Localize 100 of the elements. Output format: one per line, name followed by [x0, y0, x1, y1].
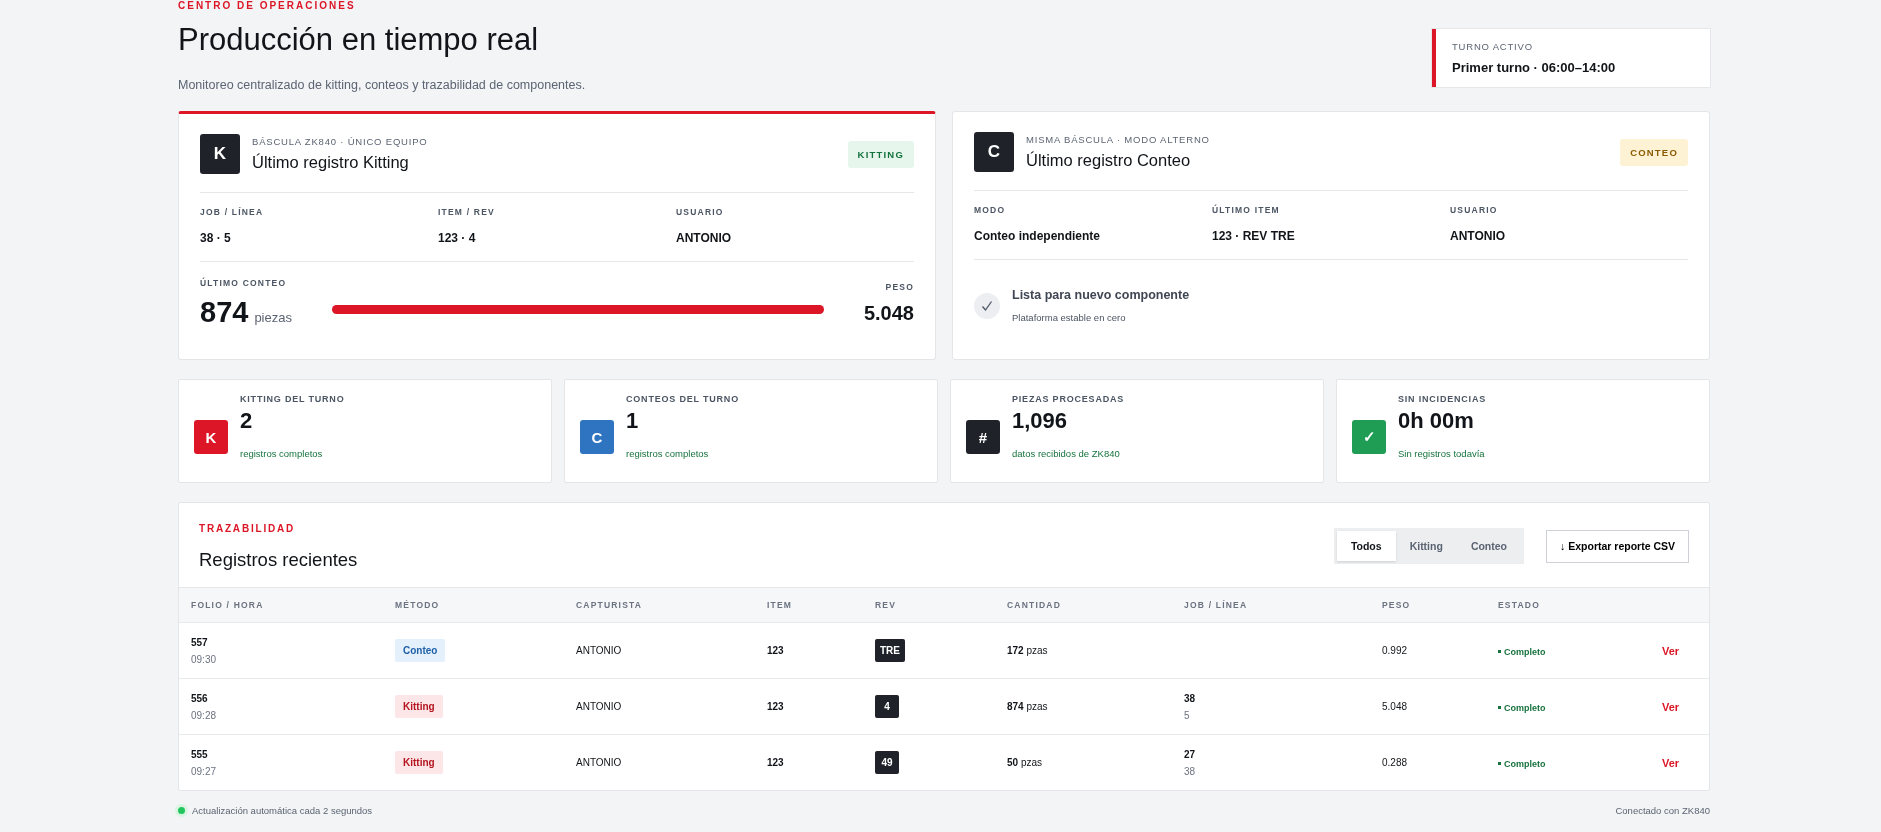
page-subtitle: Monitoreo centralizado de kitting, conteos y trazabilidad de componentes.	[178, 78, 586, 92]
field-label: ÚLTIMO ITEM	[1212, 205, 1281, 215]
weight-text: 0.992	[1382, 645, 1408, 656]
view-link[interactable]: Ver	[1662, 644, 1680, 657]
job-text: 38	[1184, 692, 1197, 704]
item-text: 123	[767, 645, 784, 656]
filter-tab[interactable]: Conteo	[1456, 531, 1522, 561]
column-header: CAPTURISTA	[576, 600, 643, 610]
field-label: USUARIO	[1450, 205, 1499, 215]
stat-icon: ✓	[1352, 420, 1386, 454]
user-text: ANTONIO	[576, 757, 622, 768]
stat-value: 1	[626, 408, 640, 434]
field-label: JOB / LÍNEA	[200, 207, 265, 217]
section-eyebrow: TRAZABILIDAD	[199, 523, 297, 535]
update-note: Actualización automática cada 2 segundos	[192, 805, 373, 816]
stat-label: KITTING DEL TURNO	[240, 394, 346, 404]
field-value: 123 · REV TRE	[1212, 229, 1296, 243]
column-header: MÉTODO	[395, 600, 440, 610]
count-value: 874	[200, 296, 249, 329]
job-text: 27	[1184, 748, 1197, 760]
stat-value: 2	[240, 408, 254, 434]
column-header: FOLIO / HORA	[191, 600, 264, 610]
field-value: ANTONIO	[1450, 229, 1507, 243]
page-title: Producción en tiempo real	[178, 22, 540, 58]
time-text: 09:28	[191, 709, 218, 721]
mode-badge: CONTEO	[1620, 138, 1688, 166]
quantity-text: 172 pzas	[1007, 645, 1048, 656]
stat-note: datos recibidos de ZK840	[1012, 448, 1120, 459]
stat-icon: C	[580, 420, 614, 454]
view-link[interactable]: Ver	[1662, 756, 1680, 769]
stat-label: SIN INCIDENCIAS	[1398, 394, 1487, 404]
column-header: CANTIDAD	[1007, 600, 1061, 610]
status-text: Completo	[1504, 646, 1546, 657]
field-value: ANTONIO	[676, 231, 733, 245]
time-text: 09:27	[191, 765, 218, 777]
mode-avatar: K	[200, 134, 240, 174]
quantity-text: 874 pzas	[1007, 701, 1048, 712]
stat-note: Sin registros todavía	[1398, 448, 1485, 459]
line-text: 5	[1184, 709, 1191, 721]
column-header: ESTADO	[1498, 600, 1540, 610]
column-header: ITEM	[767, 600, 793, 610]
field-label: ITEM / REV	[438, 207, 496, 217]
field-value: Conteo independiente	[974, 229, 1101, 243]
column-header: REV	[875, 600, 897, 610]
line-text: 38	[1184, 765, 1197, 777]
stat-icon: #	[966, 420, 1000, 454]
time-text: 09:30	[191, 653, 218, 665]
field-value: 123 · 4	[438, 231, 477, 245]
stat-note: registros completos	[240, 448, 323, 459]
check-icon	[974, 292, 1000, 319]
count-unit: piezas	[254, 310, 292, 325]
method-tag: Kitting	[395, 751, 443, 774]
filter-tab[interactable]: Todos	[1336, 531, 1396, 561]
rev-tag: 49	[875, 751, 899, 774]
shift-value: Primer turno · 06:00–14:00	[1452, 60, 1617, 75]
status-title: Lista para nuevo componente	[1012, 288, 1190, 302]
field-label: MODO	[974, 205, 1007, 215]
user-text: ANTONIO	[576, 645, 622, 656]
folio-text: 555	[191, 748, 209, 760]
stat-note: registros completos	[626, 448, 709, 459]
folio-text: 557	[191, 636, 209, 648]
shift-label: TURNO ACTIVO	[1452, 41, 1534, 52]
quantity-text: 50 pzas	[1007, 757, 1043, 768]
item-text: 123	[767, 701, 784, 712]
column-header: PESO	[1382, 600, 1411, 610]
filter-tab[interactable]: Kitting	[1395, 531, 1457, 561]
item-text: 123	[767, 757, 784, 768]
connection-note: Conectado con ZK840	[1615, 805, 1710, 816]
card-overline: BÁSCULA ZK840 · ÚNICO EQUIPO	[252, 136, 429, 147]
method-tag: Conteo	[395, 639, 446, 662]
method-tag: Kitting	[395, 695, 443, 718]
count-label: ÚLTIMO CONTEO	[200, 278, 288, 288]
status-text: Completo	[1504, 702, 1546, 713]
section-eyebrow: CENTRO DE OPERACIONES	[178, 0, 357, 12]
stat-value: 1,096	[1012, 408, 1069, 434]
field-label: USUARIO	[676, 207, 725, 217]
user-text: ANTONIO	[576, 701, 622, 712]
status-text: Completo	[1504, 758, 1546, 769]
field-value: 38 · 5	[200, 231, 232, 245]
card-title: Último registro Conteo	[1026, 151, 1192, 170]
stat-label: CONTEOS DEL TURNO	[626, 394, 740, 404]
stat-label: PIEZAS PROCESADAS	[1012, 394, 1126, 404]
mode-avatar: C	[974, 132, 1014, 172]
export-button[interactable]: ↓ Exportar reporte CSV	[1546, 529, 1689, 563]
column-header: JOB / LÍNEA	[1184, 600, 1248, 610]
card-overline: MISMA BÁSCULA · MODO ALTERNO	[1026, 134, 1211, 145]
rev-tag: 4	[875, 695, 899, 718]
folio-text: 556	[191, 692, 209, 704]
card-title: Último registro Kitting	[252, 153, 410, 172]
status-note: Plataforma estable en cero	[1012, 312, 1127, 323]
mode-badge: KITTING	[847, 140, 914, 168]
live-dot	[178, 807, 185, 814]
view-link[interactable]: Ver	[1662, 700, 1680, 713]
weight-text: 0.288	[1382, 757, 1408, 768]
stat-icon: K	[194, 420, 228, 454]
section-title: Registros recientes	[199, 549, 358, 571]
stat-value: 0h 00m	[1398, 408, 1475, 434]
rev-tag: TRE	[875, 639, 905, 662]
weight-text: 5.048	[1382, 701, 1408, 712]
weight-label: PESO	[884, 282, 914, 292]
